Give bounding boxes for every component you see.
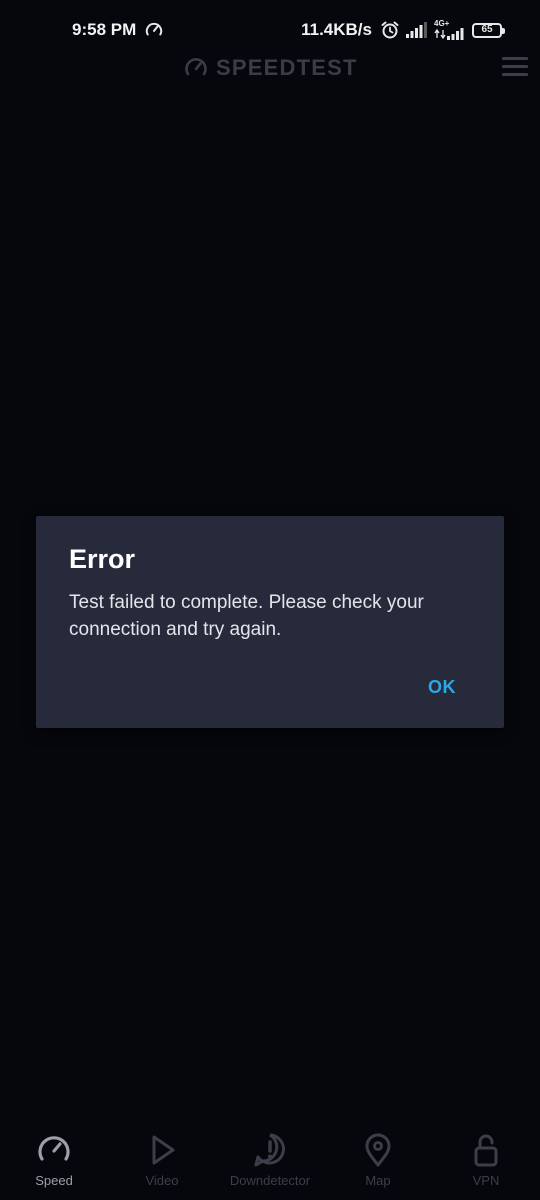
status-bar: 9:58 PM 11.4KB/s 4G+ 65 bbox=[0, 0, 540, 58]
nav-label-downdetector: Downdetector bbox=[229, 1173, 311, 1188]
ok-button[interactable]: OK bbox=[416, 673, 468, 702]
app-header: SPEEDTEST bbox=[0, 52, 540, 84]
alert-icon bbox=[254, 1133, 285, 1167]
nav-label-map: Map bbox=[365, 1173, 391, 1188]
signal-4g-icon: 4G+ bbox=[434, 20, 466, 40]
hamburger-menu-icon[interactable] bbox=[502, 57, 528, 77]
bottom-nav: Speed Video Downdetector Map VPN bbox=[0, 1128, 540, 1200]
dialog-title: Error bbox=[69, 544, 136, 574]
nav-label-vpn: VPN bbox=[472, 1173, 500, 1188]
nav-item-video[interactable]: Video bbox=[108, 1128, 216, 1200]
speedtest-logo: SPEEDTEST bbox=[184, 55, 358, 81]
play-icon bbox=[152, 1135, 175, 1165]
status-time: 9:58 PM bbox=[72, 20, 137, 39]
status-right: 11.4KB/s 4G+ 65 bbox=[301, 20, 505, 40]
nav-label-video: Video bbox=[145, 1173, 179, 1188]
alarm-icon bbox=[381, 21, 399, 39]
network-speed: 11.4KB/s bbox=[301, 20, 372, 39]
speedtest-status-icon bbox=[145, 22, 163, 36]
nav-item-map[interactable]: Map bbox=[324, 1128, 432, 1200]
map-pin-icon bbox=[365, 1133, 391, 1167]
dialog-message: Test failed to complete. Please check yo… bbox=[69, 592, 424, 640]
app-title: SPEEDTEST bbox=[216, 55, 358, 80]
nav-item-downdetector[interactable]: Downdetector bbox=[216, 1128, 324, 1200]
battery-icon: 65 bbox=[472, 22, 505, 38]
speedometer-icon bbox=[38, 1136, 70, 1161]
nav-label-speed: Speed bbox=[35, 1173, 73, 1188]
error-dialog: Error Test failed to complete. Please ch… bbox=[36, 516, 504, 728]
unlock-icon bbox=[474, 1134, 498, 1167]
speedtest-logo-icon bbox=[185, 58, 207, 76]
nav-item-speed[interactable]: Speed bbox=[0, 1128, 108, 1200]
signal-icon bbox=[406, 22, 427, 38]
nav-item-vpn[interactable]: VPN bbox=[432, 1128, 540, 1200]
network-type: 4G+ bbox=[434, 19, 450, 28]
battery-level: 65 bbox=[481, 24, 493, 35]
